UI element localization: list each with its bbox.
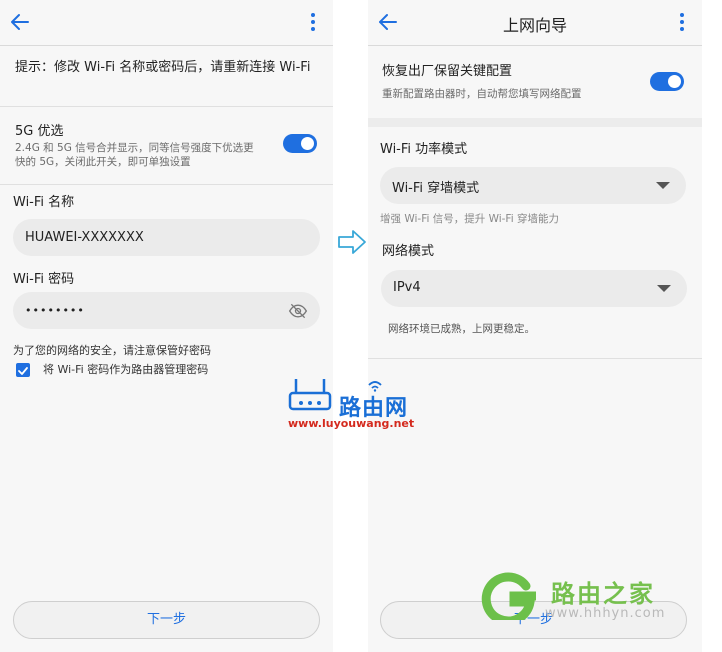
pref-5g-title: 5G 优选 [15,124,64,139]
brand2-text: 路由之家 [551,580,655,608]
divider [0,184,333,185]
router-logo-icon [288,379,332,411]
power-mode-value: Wi-Fi 穿墙模式 [392,181,480,196]
wifi-settings-screen: 提示：修改 Wi-Fi 名称或密码后，请重新连接 Wi-Fi 5G 优选 2.4… [0,0,333,652]
reset-keep-config-desc: 重新配置路由器时，自动帮您填写网络配置 [382,88,582,100]
wifi-password-input[interactable] [25,292,275,329]
more-menu-icon[interactable] [670,10,694,34]
next-button[interactable]: 下一步 [13,601,320,639]
network-mode-value: IPv4 [393,280,421,295]
more-menu-icon[interactable] [301,10,325,34]
network-mode-label: 网络模式 [382,244,435,259]
brand2-url: www.hhhyn.com [545,606,666,621]
power-mode-desc: 增强 Wi-Fi 信号，提升 Wi-Fi 穿墙能力 [380,213,559,225]
top-bar [0,0,333,46]
watermark-url: www.luyouwang.net [288,417,415,430]
reset-keep-config-toggle[interactable] [650,72,684,91]
eye-off-icon[interactable] [288,301,308,321]
top-bar: 上网向导 [368,0,702,46]
network-mode-desc: 网络环境已成熟，上网更稳定。 [388,323,535,335]
power-mode-label: Wi-Fi 功率模式 [380,142,468,157]
use-as-admin-checkbox[interactable] [16,363,30,377]
brand-logo-icon [481,572,536,620]
wifi-name-label: Wi-Fi 名称 [13,195,75,210]
toggle-knob [301,137,314,150]
internet-wizard-screen: 上网向导 恢复出厂保留关键配置 重新配置路由器时，自动帮您填写网络配置 Wi-F… [368,0,702,652]
wifi-password-field[interactable] [13,292,320,329]
reset-keep-config-title: 恢复出厂保留关键配置 [382,64,513,79]
dropdown-caret-icon [656,182,670,189]
wifi-password-label: Wi-Fi 密码 [13,272,75,287]
dropdown-caret-icon [657,285,671,292]
arrow-right-icon [338,230,366,254]
check-icon [18,367,28,375]
network-mode-select[interactable]: IPv4 [381,270,687,307]
divider [0,106,333,107]
wifi-name-input[interactable] [25,219,275,256]
checkbox-label: 将 Wi-Fi 密码作为路由器管理密码 [43,363,209,376]
back-arrow-icon[interactable] [8,10,32,34]
page-title: 上网向导 [502,16,567,35]
pref-5g-toggle[interactable] [283,134,317,153]
divider [368,358,702,359]
power-mode-select[interactable]: Wi-Fi 穿墙模式 [380,167,686,204]
wifi-name-field[interactable] [13,219,320,256]
security-note: 为了您的网络的安全，请注意保管好密码 [13,344,211,357]
section-separator [368,118,702,127]
pref-5g-desc: 2.4G 和 5G 信号合并显示，同等信号强度下优选更快的 5G，关闭此开关，即… [15,142,254,168]
reconnect-hint: 提示：修改 Wi-Fi 名称或密码后，请重新连接 Wi-Fi [15,60,311,75]
toggle-knob [668,75,681,88]
